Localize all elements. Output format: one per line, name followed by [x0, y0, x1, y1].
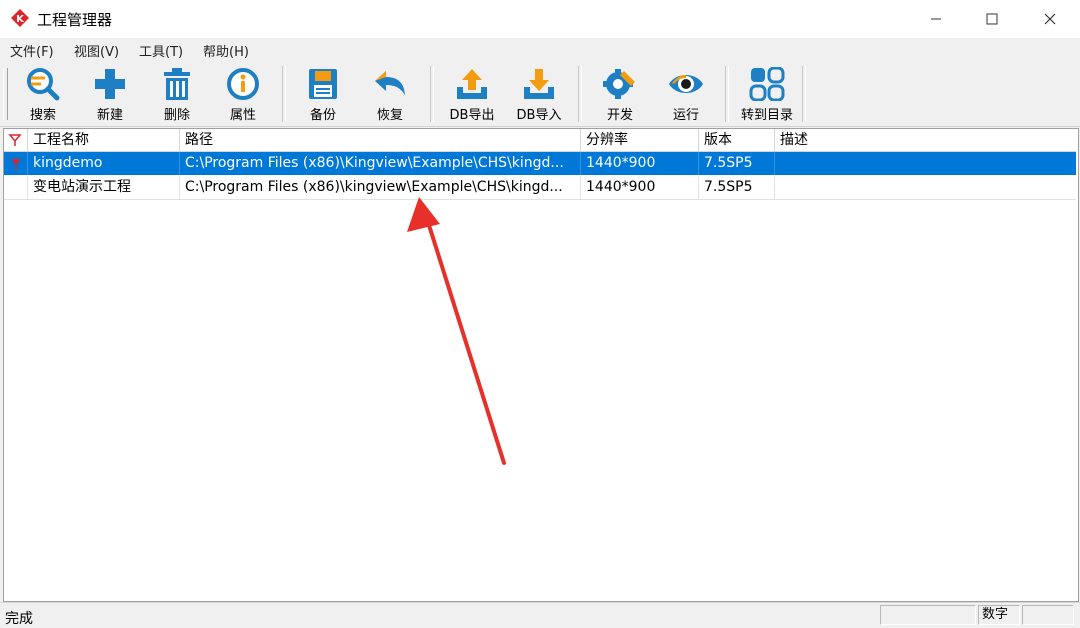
description-cell [775, 176, 1076, 199]
close-button[interactable] [1022, 0, 1078, 38]
menu-file[interactable]: 文件(F) [10, 41, 54, 60]
status-pane [1022, 605, 1074, 625]
new-button[interactable]: 新建 [79, 64, 141, 124]
undo-arrow-icon [375, 71, 405, 95]
project-path-cell: C:\Program Files (x86)\Kingview\Example\… [180, 152, 581, 175]
menu-help[interactable]: 帮助(H) [203, 41, 249, 60]
goto-directory-label: 转到目录 [740, 108, 793, 123]
app-logo-icon: K [11, 9, 29, 27]
project-path-cell: C:\Program Files (x86)\kingview\Example\… [180, 176, 581, 199]
restore-button[interactable]: 恢复 [359, 64, 421, 124]
develop-label: 开发 [606, 108, 633, 123]
column-header-description[interactable]: 描述 [775, 129, 1076, 151]
toolbar-separator [578, 66, 582, 122]
resolution-cell: 1440*900 [581, 152, 699, 175]
db-import-button[interactable]: DB导入 [508, 64, 570, 124]
column-header-resolution[interactable]: 分辨率 [581, 129, 699, 151]
version-cell: 7.5SP5 [699, 152, 775, 175]
search-button[interactable]: 搜索 [12, 64, 74, 124]
properties-button[interactable]: 属性 [212, 64, 274, 124]
svg-text:K: K [16, 14, 25, 25]
toolbar-separator [725, 66, 729, 122]
column-header-version[interactable]: 版本 [699, 129, 775, 151]
delete-label: 删除 [163, 108, 190, 123]
resolution-cell: 1440*900 [581, 176, 699, 199]
backup-button[interactable]: 备份 [292, 64, 354, 124]
search-icon [27, 68, 60, 101]
status-text: 完成 [5, 611, 33, 627]
toolbar-separator [282, 66, 286, 122]
search-label: 搜索 [29, 108, 56, 123]
info-icon [227, 68, 259, 100]
project-list[interactable]: 工程名称 路径 分辨率 版本 描述 kingdemo C:\Program Fi… [3, 128, 1079, 602]
run-button[interactable]: 运行 [655, 64, 717, 124]
list-header: 工程名称 路径 分辨率 版本 描述 [4, 129, 1076, 152]
version-cell: 7.5SP5 [699, 176, 775, 199]
minimize-icon [931, 18, 941, 20]
menu-view[interactable]: 视图(V) [74, 41, 119, 60]
goto-directory-button[interactable]: 转到目录 [736, 64, 798, 124]
toolbar-grip[interactable] [3, 68, 8, 120]
db-export-button[interactable]: DB导出 [441, 64, 503, 124]
new-label: 新建 [96, 108, 123, 123]
backup-label: 备份 [309, 108, 336, 123]
status-pane [880, 605, 976, 625]
properties-label: 属性 [229, 108, 256, 123]
grid-apps-icon [749, 67, 785, 101]
row-flag-cell [4, 176, 28, 199]
red-flag-icon [8, 134, 22, 146]
floppy-disk-icon [309, 69, 337, 99]
run-label: 运行 [672, 108, 699, 123]
row-divider [4, 199, 1076, 200]
red-flag-icon [11, 159, 21, 170]
column-header-path[interactable]: 路径 [180, 129, 581, 151]
column-header-name[interactable]: 工程名称 [28, 129, 180, 151]
close-icon [1044, 13, 1056, 25]
menu-bar: 文件(F) 视图(V) 工具(T) 帮助(H) [0, 38, 1080, 62]
toolbar-separator [430, 66, 434, 122]
restore-label: 恢复 [376, 108, 403, 123]
table-row[interactable]: kingdemo C:\Program Files (x86)\Kingview… [4, 152, 1076, 175]
delete-button[interactable]: 删除 [146, 64, 208, 124]
gear-wrench-icon [603, 69, 635, 99]
db-import-label: DB导入 [516, 108, 562, 123]
plus-icon [95, 69, 125, 99]
title-bar: K 工程管理器 [0, 0, 1080, 38]
download-icon [524, 69, 554, 99]
numlock-indicator: 数字 [978, 605, 1020, 625]
table-row[interactable]: 变电站演示工程 C:\Program Files (x86)\kingview\… [4, 176, 1076, 199]
toolbar-separator [802, 66, 806, 122]
status-bar: 完成 数字 [0, 602, 1080, 628]
project-name-cell: 变电站演示工程 [28, 176, 180, 199]
trash-icon [164, 68, 190, 100]
maximize-icon [986, 13, 998, 25]
description-cell [775, 152, 1076, 175]
window-title: 工程管理器 [37, 11, 113, 29]
toolbar: 搜索 新建 删除 属性 备份 恢复 DB导出 DB导入 开发 运行 转到目录 [0, 62, 1080, 127]
menu-tools[interactable]: 工具(T) [139, 41, 183, 60]
maximize-button[interactable] [964, 0, 1020, 38]
row-flag-cell [4, 152, 28, 175]
eye-icon [669, 75, 703, 93]
project-name-cell: kingdemo [28, 152, 180, 175]
develop-button[interactable]: 开发 [589, 64, 651, 124]
header-flag-column[interactable] [4, 129, 28, 151]
minimize-button[interactable] [908, 0, 964, 38]
upload-icon [457, 69, 487, 99]
db-export-label: DB导出 [449, 108, 495, 123]
